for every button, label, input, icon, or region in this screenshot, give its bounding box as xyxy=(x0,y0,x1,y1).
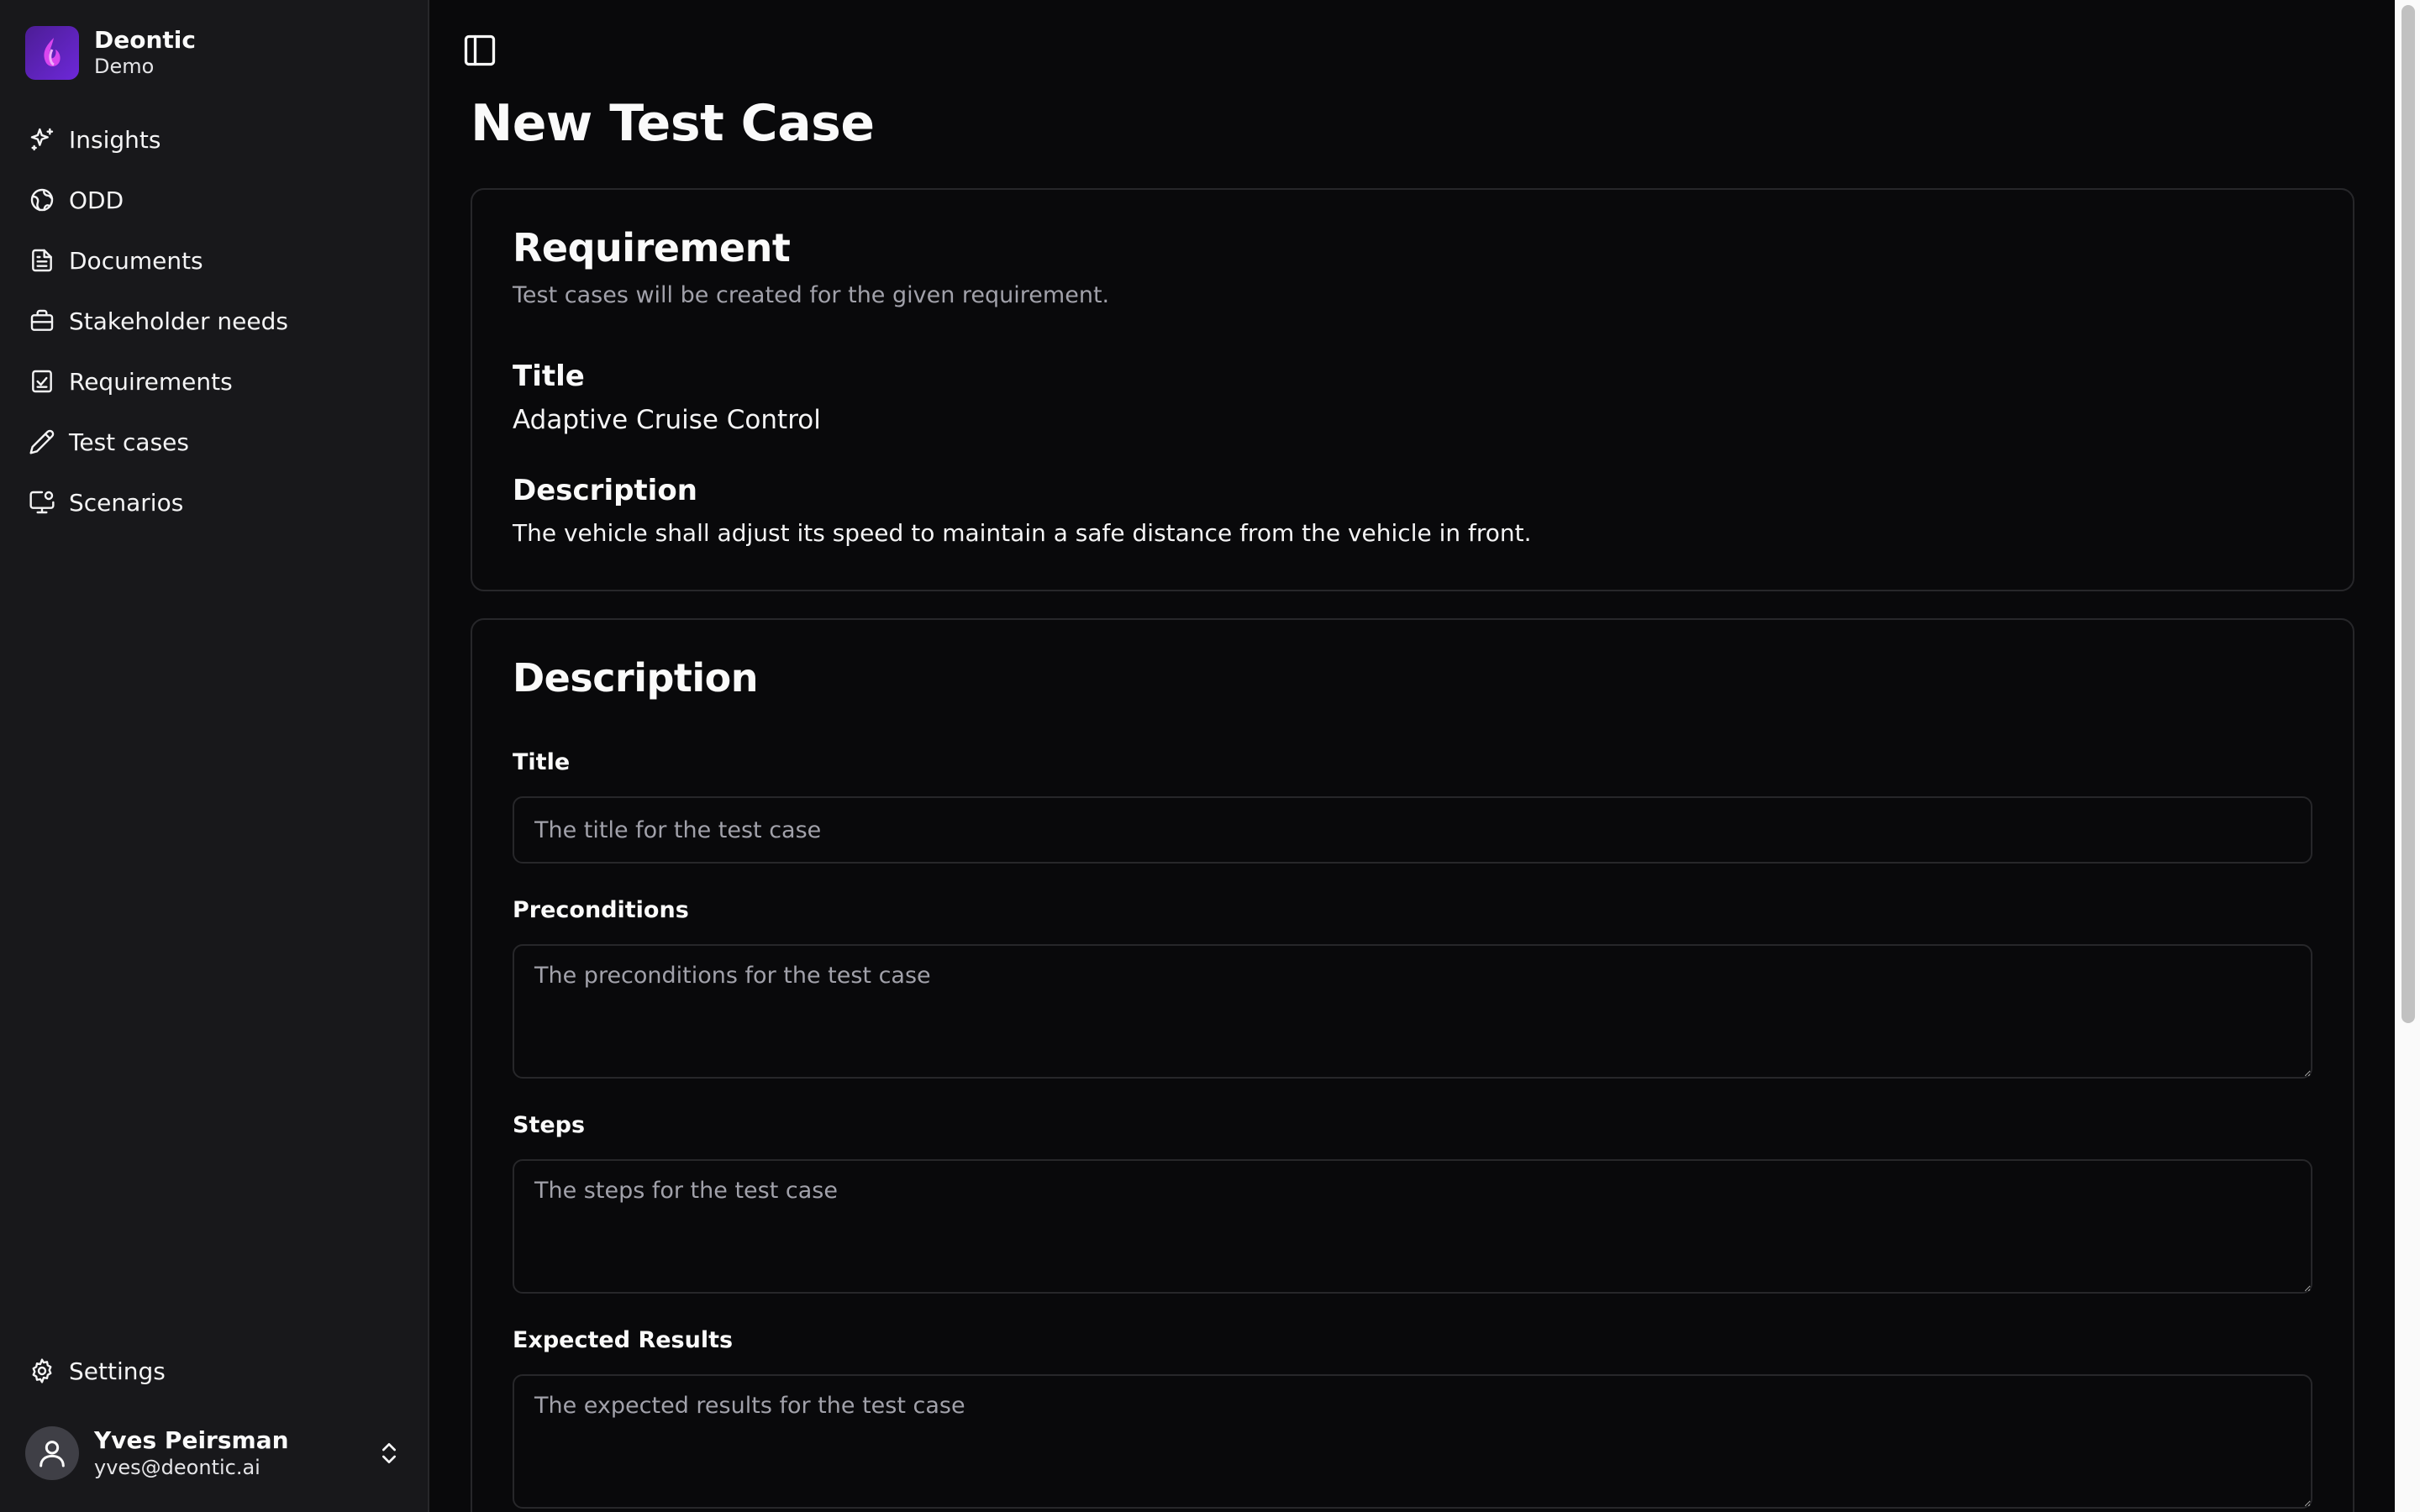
scrollbar-thumb[interactable] xyxy=(2402,5,2415,1023)
user-name: Yves Peirsman xyxy=(94,1425,289,1454)
preconditions-textarea[interactable] xyxy=(513,944,2312,1079)
sidebar-item-insights[interactable]: Insights xyxy=(25,109,402,170)
sidebar-item-stakeholder-needs[interactable]: Stakeholder needs xyxy=(25,291,402,351)
brand-name: Deontic xyxy=(94,26,196,55)
file-text-icon xyxy=(32,249,52,272)
user-email: yves@deontic.ai xyxy=(94,1456,260,1480)
brand[interactable]: Deontic Demo xyxy=(25,24,402,82)
chevrons-up-down-icon[interactable] xyxy=(376,1440,402,1467)
form-heading: Description xyxy=(513,655,759,701)
steps-textarea[interactable] xyxy=(513,1159,2312,1294)
deontic-logo-icon xyxy=(25,26,79,80)
requirement-heading: Requirement xyxy=(513,225,791,270)
requirement-title-label: Title xyxy=(513,360,585,393)
sidebar-item-label: ODD xyxy=(69,186,124,214)
user-menu[interactable]: Yves Peirsman yves@deontic.ai xyxy=(25,1420,402,1487)
sidebar-item-test-cases[interactable]: Test cases xyxy=(25,412,402,472)
requirement-subtitle: Test cases will be created for the given… xyxy=(513,282,1110,308)
title-label: Title xyxy=(513,749,571,775)
main-content: New Test Case Requirement Test cases wil… xyxy=(429,0,2420,1512)
briefcase-icon xyxy=(30,309,54,331)
sidebar-item-label: Settings xyxy=(69,1357,166,1385)
sidebar-item-odd[interactable]: ODD xyxy=(25,170,402,230)
expected-results-textarea[interactable] xyxy=(513,1374,2312,1509)
sidebar-item-scenarios[interactable]: Scenarios xyxy=(25,472,402,533)
monitor-icon xyxy=(29,491,55,514)
sidebar-item-label: Documents xyxy=(69,246,203,275)
requirement-description-value: The vehicle shall adjust its speed to ma… xyxy=(513,519,1532,547)
sidebar-item-documents[interactable]: Documents xyxy=(25,230,402,291)
preconditions-label: Preconditions xyxy=(513,897,689,923)
brand-subtitle: Demo xyxy=(94,55,155,79)
description-form-card: Description Title Preconditions Steps Ex… xyxy=(471,618,2354,1512)
steps-label: Steps xyxy=(513,1112,586,1138)
sidebar-nav: Insights ODD Documents Stakeholder needs… xyxy=(25,109,402,533)
sidebar-item-label: Stakeholder needs xyxy=(69,307,288,335)
sparkles-icon xyxy=(30,128,54,151)
sidebar-item-settings[interactable]: Settings xyxy=(25,1341,402,1401)
sidebar-item-label: Test cases xyxy=(69,428,189,456)
sidebar: Deontic Demo Insights ODD Documents Stak… xyxy=(0,0,429,1512)
page-title: New Test Case xyxy=(471,94,875,153)
gear-icon xyxy=(32,1358,52,1383)
sidebar-item-label: Requirements xyxy=(69,367,233,396)
avatar xyxy=(25,1426,79,1480)
user-icon xyxy=(39,1441,65,1467)
expected-results-label: Expected Results xyxy=(513,1327,734,1353)
scrollbar[interactable] xyxy=(2395,0,2420,1512)
sidebar-item-label: Insights xyxy=(69,125,161,154)
clipboard-check-icon xyxy=(32,370,52,393)
requirement-description-label: Description xyxy=(513,474,697,507)
pencil-icon xyxy=(29,429,55,454)
requirement-title-value: Adaptive Cruise Control xyxy=(513,405,821,435)
globe-icon xyxy=(30,188,54,212)
sidebar-item-label: Scenarios xyxy=(69,488,184,517)
sidebar-toggle-icon[interactable] xyxy=(461,32,498,69)
title-input[interactable] xyxy=(513,796,2312,864)
requirement-card: Requirement Test cases will be created f… xyxy=(471,188,2354,591)
sidebar-item-requirements[interactable]: Requirements xyxy=(25,351,402,412)
